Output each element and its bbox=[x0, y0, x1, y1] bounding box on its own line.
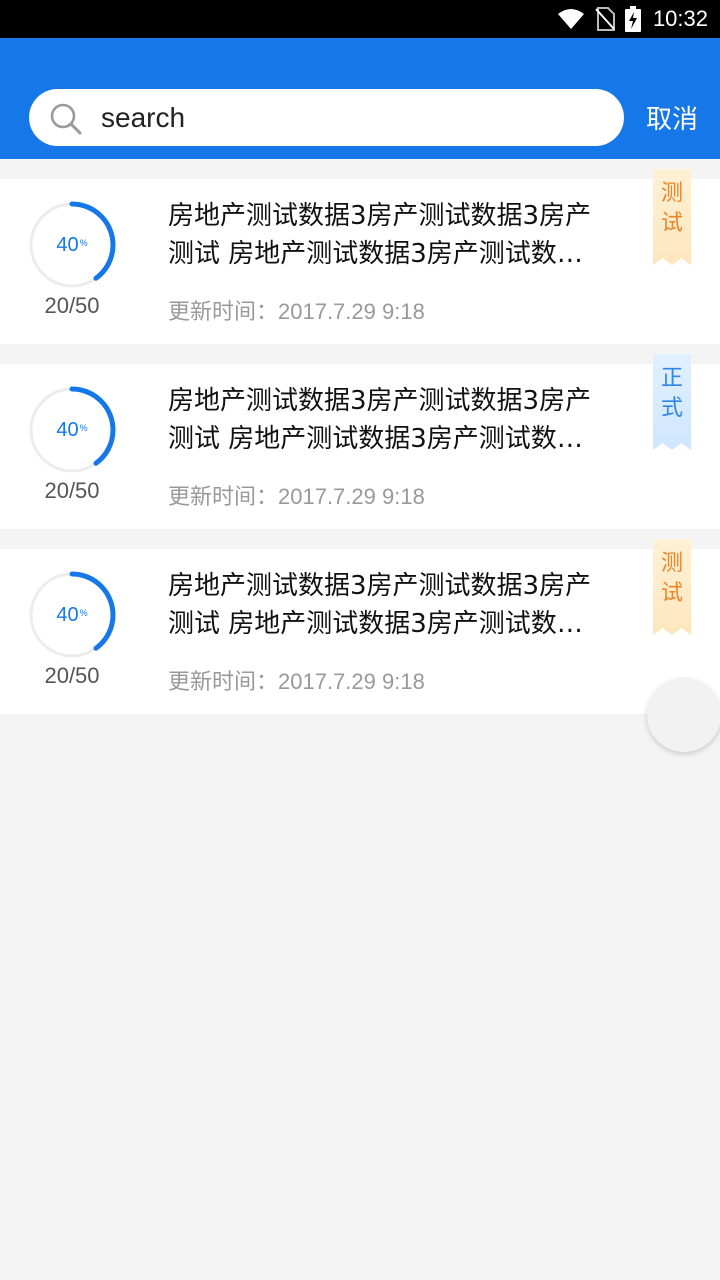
progress-count: 20/50 bbox=[44, 293, 100, 318]
progress-percent: 40% bbox=[56, 233, 88, 256]
progress-count: 20/50 bbox=[44, 478, 100, 503]
status-bar: 10:32 bbox=[0, 0, 720, 38]
wifi-icon bbox=[557, 9, 584, 29]
list-item[interactable]: 40% 20/50 房地产测试数据3房产测试数据3房产测试 房地产测试数据3房产… bbox=[0, 539, 720, 714]
updated-time: 更新时间：2017.7.29 9:18 bbox=[168, 299, 425, 324]
search-header: 取消 bbox=[0, 38, 720, 159]
progress-percent: 40% bbox=[56, 603, 88, 626]
tag-ribbon: 测试 bbox=[653, 169, 691, 265]
search-box[interactable] bbox=[29, 89, 624, 146]
progress-percent: 40% bbox=[56, 418, 88, 441]
search-icon bbox=[50, 103, 82, 135]
tag-ribbon: 测试 bbox=[653, 539, 691, 635]
status-time: 10:32 bbox=[652, 6, 708, 31]
no-sim-icon bbox=[595, 7, 615, 31]
result-list: 40% 20/50 房地产测试数据3房产测试数据3房产测试 房地产测试数据3房产… bbox=[0, 169, 720, 734]
item-title: 房地产测试数据3房产测试数据3房产测试 房地产测试数据3房产测试数据3房产测试 bbox=[168, 571, 600, 639]
item-title: 房地产测试数据3房产测试数据3房产测试 房地产测试数据3房产测试数据3房产测试 bbox=[168, 386, 600, 454]
progress-count: 20/50 bbox=[44, 663, 100, 688]
battery-charging-icon bbox=[624, 6, 641, 32]
updated-time: 更新时间：2017.7.29 9:18 bbox=[168, 484, 425, 509]
search-input[interactable] bbox=[101, 89, 601, 146]
floating-action-button[interactable] bbox=[647, 678, 720, 752]
list-item[interactable]: 40% 20/50 房地产测试数据3房产测试数据3房产测试 房地产测试数据3房产… bbox=[0, 169, 720, 344]
list-item[interactable]: 40% 20/50 房地产测试数据3房产测试数据3房产测试 房地产测试数据3房产… bbox=[0, 354, 720, 529]
updated-time: 更新时间：2017.7.29 9:18 bbox=[168, 669, 425, 694]
tag-ribbon: 正式 bbox=[653, 354, 691, 450]
cancel-button[interactable]: 取消 bbox=[624, 89, 720, 146]
item-title: 房地产测试数据3房产测试数据3房产测试 房地产测试数据3房产测试数据3房产测试 bbox=[168, 201, 600, 269]
